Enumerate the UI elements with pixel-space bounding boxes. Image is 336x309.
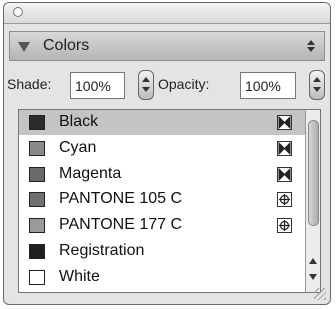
- color-swatch: [29, 244, 45, 259]
- colors-palette-window: Colors Shade: 100% Opacity: 100% Black Cy…: [3, 2, 331, 305]
- scroll-down-arrow-icon[interactable]: [309, 274, 317, 280]
- panel-title: Colors: [43, 37, 90, 54]
- vertical-scrollbar[interactable]: [305, 110, 320, 292]
- swatch-row[interactable]: Magenta: [19, 162, 306, 187]
- swatch-name: Cyan: [59, 138, 97, 156]
- shade-opacity-row: Shade: 100% Opacity: 100%: [4, 67, 330, 101]
- resize-grip[interactable]: [314, 288, 326, 300]
- shade-stepper[interactable]: [138, 70, 154, 100]
- swatch-name: Registration: [59, 242, 145, 259]
- opacity-stepper[interactable]: [309, 70, 325, 100]
- swatch-name: Magenta: [59, 164, 122, 182]
- swatch-name: PANTONE 177 C: [59, 216, 183, 234]
- swatch-row[interactable]: Registration: [19, 239, 306, 264]
- shade-label: Shade:: [7, 76, 52, 92]
- color-swatch: [29, 269, 45, 285]
- swatch-name: White: [59, 267, 100, 285]
- process-icon: [277, 140, 292, 156]
- color-swatch: [29, 192, 45, 208]
- swatch-row[interactable]: PANTONE 177 C: [19, 213, 306, 238]
- process-icon: [277, 166, 292, 182]
- scroll-thumb[interactable]: [308, 120, 319, 226]
- swatch-name: PANTONE 105 C: [59, 190, 183, 208]
- colors-header[interactable]: Colors: [9, 31, 325, 61]
- spot-icon: [277, 218, 292, 234]
- color-swatch: [29, 166, 45, 182]
- spot-icon: [277, 192, 292, 208]
- swatch-row[interactable]: Black: [19, 110, 306, 135]
- opacity-label: Opacity:: [158, 76, 210, 92]
- swatch-list: Black Cyan Magenta PANTONE 105 C PANTONE 177…: [18, 109, 321, 293]
- swatch-name: Black: [59, 113, 99, 130]
- swatch-row[interactable]: Cyan: [19, 136, 306, 161]
- swatch-row[interactable]: PANTONE 105 C: [19, 187, 306, 212]
- opacity-field[interactable]: 100%: [240, 72, 296, 99]
- color-swatch: [29, 218, 45, 234]
- color-swatch: [29, 115, 45, 130]
- title-bar[interactable]: [4, 3, 330, 24]
- process-icon: [277, 115, 292, 130]
- color-swatch: [29, 140, 45, 156]
- swatch-row[interactable]: White: [19, 265, 306, 290]
- disclosure-triangle-icon[interactable]: [18, 42, 30, 52]
- shade-field[interactable]: 100%: [70, 72, 125, 99]
- scroll-up-arrow-icon[interactable]: [309, 258, 317, 264]
- close-button[interactable]: [13, 7, 23, 17]
- panel-menu-icon[interactable]: [306, 38, 316, 54]
